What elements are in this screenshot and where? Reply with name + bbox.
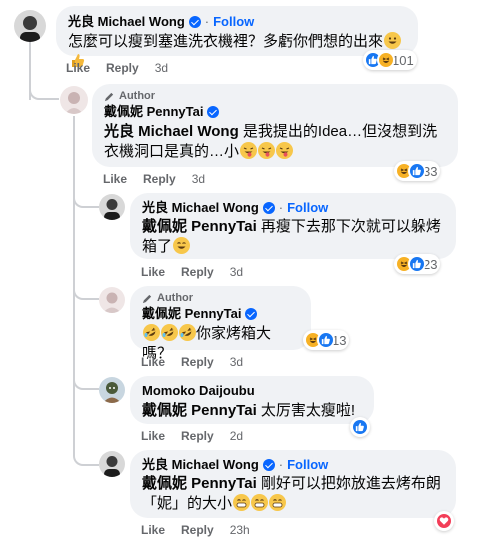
reply-button[interactable]: Reply [181, 264, 214, 280]
avatar[interactable] [99, 287, 125, 313]
commenter-name[interactable]: 光良 Michael Wong [142, 456, 259, 473]
haha-icon [377, 51, 395, 69]
comment-text: 光良 Michael Wong 是我提出的Idea…但沒想到洗 衣機洞口是真的…… [104, 123, 438, 160]
like-button[interactable]: Like [141, 522, 165, 538]
grin-emoji [232, 494, 250, 511]
commenter-name[interactable]: Momoko Daijoubu [142, 382, 255, 399]
like-button[interactable]: Like [141, 264, 165, 280]
rofl-emoji [142, 324, 160, 341]
tongue-emoji [275, 142, 293, 159]
like-button[interactable]: Like [141, 428, 165, 444]
separator-dot: · [278, 200, 284, 215]
reply-button[interactable]: Reply [143, 171, 176, 187]
like-icon [317, 331, 335, 349]
mention-link[interactable]: 光良 Michael Wong [104, 123, 239, 140]
avatar[interactable] [14, 10, 46, 42]
comment-bubble: Author 戴佩妮 PennyTai 你家烤箱大嗎？ [130, 286, 311, 362]
commenter-name[interactable]: 光良 Michael Wong [68, 13, 185, 30]
author-tag: Author [157, 292, 194, 304]
avatar[interactable] [60, 86, 88, 114]
mention-link[interactable]: 戴佩妮 PennyTai [142, 402, 257, 419]
comment-actions: Like Reply 3d [141, 354, 243, 370]
commenter-name[interactable]: 戴佩妮 PennyTai [142, 305, 241, 322]
comment-actions: Like Reply 3d [141, 264, 243, 280]
pencil-icon [142, 294, 152, 303]
timestamp[interactable]: 3d [192, 171, 205, 187]
comment-bubble: Author 戴佩妮 PennyTai 光良 Michael Wong 是我提出… [92, 84, 458, 167]
avatar[interactable] [99, 451, 125, 477]
comment-bubble: Momoko Daijoubu 戴佩妮 PennyTai 太厉害太瘦啦! [130, 376, 374, 424]
separator-dot: · [204, 14, 210, 29]
grin-emoji [250, 494, 268, 511]
verified-badge-icon [188, 15, 201, 28]
comment-bubble: 光良 Michael Wong · Follow 怎麼可以瘦到塞進洗衣機裡？多虧… [56, 6, 418, 67]
reaction-summary[interactable]: 23 [394, 254, 441, 274]
follow-button[interactable]: Follow [213, 13, 254, 30]
comment-actions: Like Reply 23h [141, 522, 250, 538]
timestamp[interactable]: 3d [230, 264, 243, 280]
pencil-icon [104, 92, 114, 101]
thread-elbow-4 [73, 360, 99, 390]
comment-actions: Like Reply 3d [103, 171, 205, 187]
reply-button[interactable]: Reply [181, 522, 214, 538]
timestamp[interactable]: 3d [155, 60, 168, 76]
thread-elbow-5 [73, 436, 99, 466]
follow-button[interactable]: Follow [287, 199, 328, 216]
reply-button[interactable]: Reply [106, 60, 139, 76]
comment-bubble: 光良 Michael Wong · Follow 戴佩妮 PennyTai 再瘦… [130, 193, 456, 259]
verified-badge-icon [262, 201, 275, 214]
reply-button[interactable]: Reply [181, 354, 214, 370]
verified-badge-icon [245, 307, 258, 320]
comment-text: 戴佩妮 PennyTai 再瘦下去那下次就可以躲烤 箱了 [142, 218, 441, 255]
like-button[interactable]: Like [66, 60, 90, 76]
mention-link[interactable]: 戴佩妮 PennyTai [142, 475, 257, 492]
like-icon [408, 255, 426, 273]
avatar[interactable] [99, 194, 125, 220]
thread-elbow-3 [73, 270, 99, 300]
mention-link[interactable]: 戴佩妮 PennyTai [142, 218, 257, 235]
grinning-emoji [383, 32, 401, 49]
avatar[interactable] [99, 377, 125, 403]
commenter-name[interactable]: 光良 Michael Wong [142, 199, 259, 216]
like-icon [351, 418, 369, 436]
comment-actions: Like Reply 2d [141, 428, 243, 444]
timestamp[interactable]: 3d [230, 354, 243, 370]
reaction-summary[interactable]: 33 [394, 161, 441, 181]
reaction-summary[interactable] [434, 511, 454, 531]
reaction-summary[interactable]: 101 [363, 50, 417, 70]
timestamp[interactable]: 23h [230, 522, 250, 538]
author-tag: Author [119, 90, 156, 102]
reply-button[interactable]: Reply [181, 428, 214, 444]
like-button[interactable]: Like [103, 171, 127, 187]
tongue-emoji [257, 142, 275, 159]
timestamp[interactable]: 2d [230, 428, 243, 444]
rofl-emoji [178, 324, 196, 341]
grinning-emoji [172, 237, 190, 254]
comment-bubble: 光良 Michael Wong · Follow 戴佩妮 PennyTai 剛好… [130, 450, 456, 518]
reaction-summary[interactable]: 13 [303, 330, 350, 350]
verified-badge-icon [207, 105, 220, 118]
thread-elbow-2 [73, 178, 99, 208]
reaction-summary[interactable] [350, 417, 370, 437]
comment-text: 戴佩妮 PennyTai 太厉害太瘦啦! [142, 402, 356, 419]
commenter-name[interactable]: 戴佩妮 PennyTai [104, 103, 203, 120]
thread-elbow-1 [29, 70, 59, 100]
separator-dot: · [278, 457, 284, 472]
tongue-emoji [239, 142, 257, 159]
like-button[interactable]: Like [141, 354, 165, 370]
verified-badge-icon [262, 458, 275, 471]
love-icon [435, 512, 453, 530]
rofl-emoji [160, 324, 178, 341]
follow-button[interactable]: Follow [287, 456, 328, 473]
like-icon [408, 162, 426, 180]
grin-emoji [268, 494, 286, 511]
comment-text: 戴佩妮 PennyTai 剛好可以把妳放進去烤布朗 「妮」的大小 [142, 475, 441, 512]
comment-actions: Like Reply 3d [66, 60, 168, 76]
